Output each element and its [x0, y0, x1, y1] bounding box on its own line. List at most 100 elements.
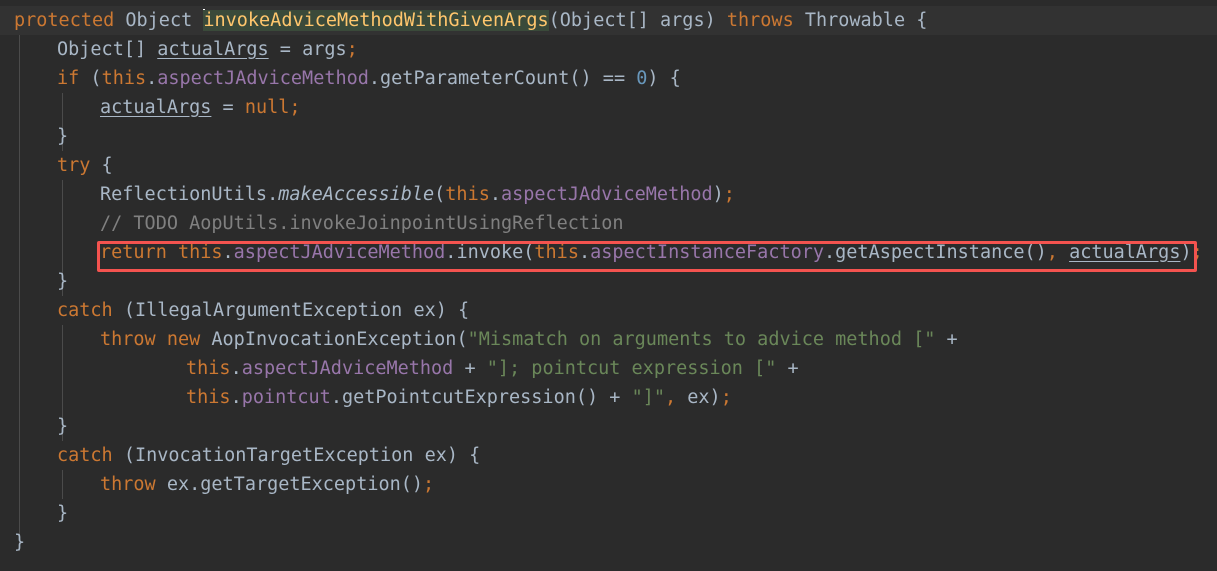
code-token: . — [489, 184, 501, 205]
code-token: . — [230, 387, 242, 408]
code-token: getTargetException — [200, 474, 401, 495]
code-token: aspectJAdviceMethod — [233, 242, 446, 263]
code-line[interactable]: catch (InvocationTargetException ex) { — [0, 441, 1217, 470]
code-token: args — [302, 39, 347, 60]
code-token: ) { — [446, 445, 481, 466]
code-token: ; — [289, 97, 301, 118]
code-token: null — [244, 97, 290, 118]
code-token: , — [1046, 242, 1058, 263]
code-token: "]; pointcut expression [" — [486, 358, 777, 379]
code-token: , — [664, 387, 677, 408]
code-token: Object — [559, 10, 627, 31]
code-token: . — [222, 242, 234, 263]
code-token: ; — [1191, 242, 1203, 263]
code-content[interactable]: protected Object invokeAdviceMethodWithG… — [0, 6, 1217, 557]
code-token: throws — [726, 10, 794, 31]
code-token: IllegalArgumentException — [134, 300, 403, 321]
code-token: . — [445, 242, 457, 263]
code-token: ex — [424, 445, 447, 466]
code-token: ( — [523, 242, 535, 263]
code-token: ( — [548, 10, 560, 31]
code-token: this — [186, 358, 231, 379]
code-token: return — [100, 242, 167, 263]
code-token: aspectJAdviceMethod — [157, 68, 369, 89]
code-token: new — [166, 329, 201, 350]
code-line[interactable]: throw ex.getTargetException(); — [0, 470, 1217, 499]
code-line[interactable]: if (this.aspectJAdviceMethod.getParamete… — [0, 64, 1217, 93]
code-line[interactable]: actualArgs = null; — [0, 93, 1217, 122]
code-token: + — [453, 358, 487, 379]
code-token: } — [14, 532, 26, 553]
code-token: Throwable — [804, 10, 906, 31]
code-token: InvocationTargetException — [134, 445, 414, 466]
code-token: [] — [123, 39, 158, 60]
code-token: this — [445, 184, 490, 205]
code-token: AopInvocationException — [211, 329, 457, 350]
code-token: ( — [79, 68, 102, 89]
code-token: () — [400, 474, 424, 495]
code-token: [] — [626, 10, 661, 31]
code-line[interactable]: return this.aspectJAdviceMethod.invoke(t… — [0, 238, 1217, 267]
code-token: ) — [704, 10, 727, 31]
code-token: getParameterCount — [380, 68, 570, 89]
code-line[interactable]: catch (IllegalArgumentException ex) { — [0, 296, 1217, 325]
code-line[interactable]: protected Object invokeAdviceMethodWithG… — [0, 6, 1217, 35]
code-token: } — [57, 416, 69, 437]
code-token: ex — [413, 300, 436, 321]
code-line[interactable]: } — [0, 412, 1217, 441]
code-token: ) { — [435, 300, 470, 321]
code-token: throw — [100, 474, 156, 495]
code-token: ) { — [647, 68, 681, 89]
code-token: this — [177, 242, 223, 263]
code-line[interactable]: ReflectionUtils.makeAccessible(this.aspe… — [0, 180, 1217, 209]
code-token: this — [101, 68, 147, 89]
code-token: = — [211, 97, 245, 118]
code-token: ) — [1180, 242, 1192, 263]
code-token: () + — [575, 387, 632, 408]
code-token: . — [824, 242, 836, 263]
code-token: makeAccessible — [278, 184, 435, 205]
code-token: // TODO AopUtils.invokeJoinpointUsingRef… — [100, 213, 624, 234]
code-token: () == — [569, 68, 637, 89]
code-token: ex — [687, 387, 710, 408]
code-token: catch — [57, 445, 113, 466]
code-line[interactable]: // TODO AopUtils.invokeJoinpointUsingRef… — [0, 209, 1217, 238]
code-line[interactable]: this.aspectJAdviceMethod + "]; pointcut … — [0, 354, 1217, 383]
code-line[interactable]: } — [0, 528, 1217, 557]
code-token: ReflectionUtils — [100, 184, 268, 205]
code-token: Object — [125, 10, 193, 31]
code-token: "]" — [631, 387, 665, 408]
code-token: catch — [57, 300, 113, 321]
code-token: . — [330, 387, 342, 408]
code-token: this — [534, 242, 579, 263]
code-token: } — [57, 271, 69, 292]
code-line[interactable]: } — [0, 122, 1217, 151]
code-token: this — [186, 387, 231, 408]
code-line[interactable]: Object[] actualArgs = args; — [0, 35, 1217, 64]
code-token: invoke — [456, 242, 524, 263]
code-line[interactable]: } — [0, 267, 1217, 296]
code-token: actualArgs — [157, 39, 269, 60]
code-line[interactable]: } — [0, 499, 1217, 528]
code-token: "Mismatch on arguments to advice method … — [467, 329, 936, 350]
code-token: 0 — [636, 68, 648, 89]
code-token: = — [268, 39, 303, 60]
code-token: getPointcutExpression — [341, 387, 576, 408]
code-line[interactable]: try { — [0, 151, 1217, 180]
code-token: () — [1024, 242, 1047, 263]
code-line[interactable]: this.pointcut.getPointcutExpression() + … — [0, 383, 1217, 412]
code-token: pointcut — [241, 387, 331, 408]
code-token: . — [230, 358, 242, 379]
code-token: ex — [166, 474, 190, 495]
code-line[interactable]: throw new AopInvocationException("Mismat… — [0, 325, 1217, 354]
code-editor-pane[interactable]: protected Object invokeAdviceMethodWithG… — [0, 0, 1217, 571]
code-token: . — [578, 242, 591, 263]
